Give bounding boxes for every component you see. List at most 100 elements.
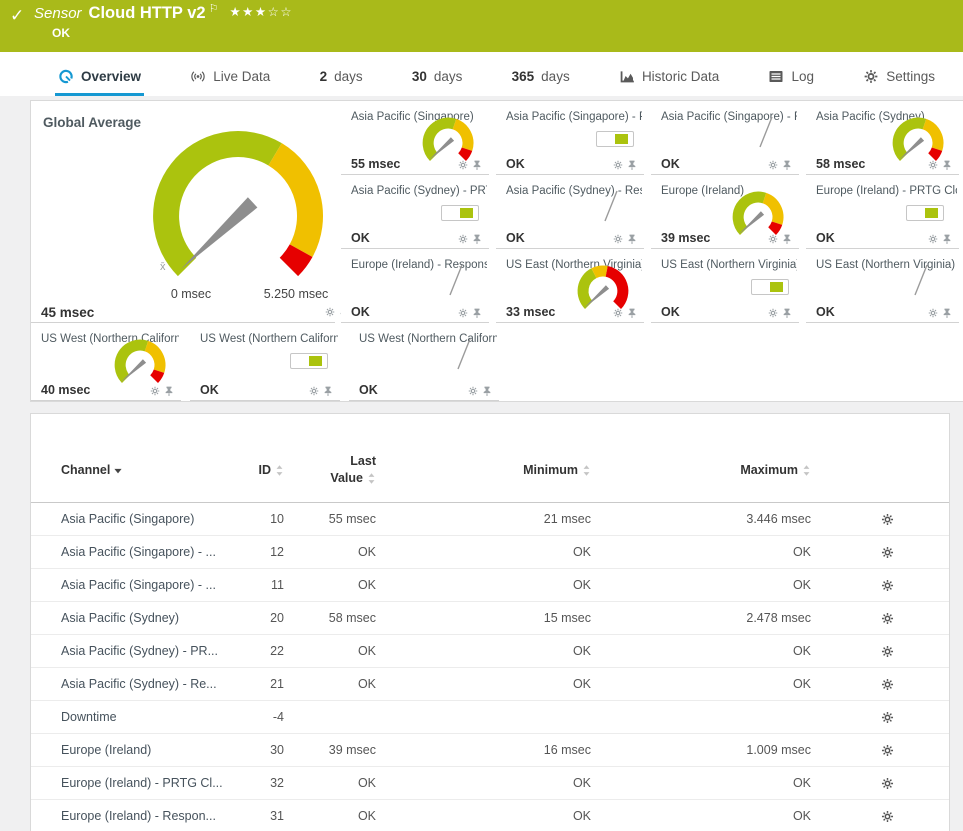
channel-gauge-value: 58 msec — [816, 157, 866, 171]
pin-icon[interactable] — [323, 386, 333, 396]
pin-icon[interactable] — [627, 234, 637, 244]
channel-settings-icon[interactable] — [881, 645, 894, 658]
table-row[interactable]: Asia Pacific (Singapore) - ... 12 OK OK OK — [31, 536, 949, 570]
gear-icon[interactable] — [613, 308, 623, 318]
table-row[interactable]: Asia Pacific (Singapore) - ... 11 OK OK OK — [31, 569, 949, 603]
channel-settings-icon[interactable] — [881, 579, 894, 592]
pin-icon[interactable] — [782, 234, 792, 244]
pin-icon[interactable] — [942, 234, 952, 244]
pin-icon[interactable] — [782, 160, 792, 170]
cell-last: OK — [357, 677, 376, 692]
tab-number: 365 — [511, 69, 535, 84]
sort-icon[interactable] — [367, 472, 376, 485]
pin-icon[interactable] — [472, 234, 482, 244]
tab-live-data[interactable]: Live Data — [187, 69, 273, 96]
gauge-cell: Asia Pacific (Singapore) - Res...OK — [651, 101, 799, 175]
table-row[interactable]: Downtime -4 — [31, 701, 949, 735]
gear-icon[interactable] — [309, 386, 319, 396]
sort-icon[interactable] — [275, 464, 284, 477]
table-row[interactable]: Asia Pacific (Sydney) - PR... 22 OK OK OK — [31, 635, 949, 669]
gear-icon[interactable] — [468, 386, 478, 396]
col-header-max[interactable]: Maximum — [740, 463, 811, 477]
table-row[interactable]: Europe (Ireland) - PRTG Cl... 32 OK OK OK — [31, 767, 949, 801]
table-body: Asia Pacific (Singapore) 10 55 msec 21 msec… — [31, 503, 949, 831]
pin-icon[interactable] — [472, 160, 482, 170]
tab-log[interactable]: Log — [765, 69, 817, 96]
pin-icon[interactable] — [942, 308, 952, 318]
col-label: Maximum — [740, 463, 798, 478]
channel-settings-icon[interactable] — [881, 678, 894, 691]
pin-icon[interactable] — [482, 386, 492, 396]
gear-icon[interactable] — [768, 160, 778, 170]
pin-icon[interactable] — [472, 308, 482, 318]
pin-icon[interactable] — [627, 160, 637, 170]
gauge-cell: US West (Northern California) 40 msec — [31, 323, 181, 401]
gear-icon[interactable] — [150, 386, 160, 396]
channel-settings-icon[interactable] — [881, 612, 894, 625]
cell-max: 2.478 msec — [746, 611, 811, 626]
channel-settings-icon[interactable] — [881, 810, 894, 823]
tab-historic-data[interactable]: Historic Data — [616, 69, 722, 96]
gear-icon[interactable] — [768, 308, 778, 318]
gauge-cell: Europe (Ireland) 39 msec — [651, 175, 799, 249]
table-row[interactable]: Asia Pacific (Sydney) - Re... 21 OK OK OK — [31, 668, 949, 702]
tab-label: Live Data — [213, 69, 271, 84]
tab-2-days[interactable]: 2 days — [317, 69, 366, 96]
cell-min: OK — [572, 809, 591, 824]
gauge-cell: Europe (Ireland) - PRTG Cloud... OK — [806, 175, 959, 249]
star-icon[interactable]: ☆ — [268, 4, 281, 19]
col-header-id[interactable]: ID — [259, 463, 285, 477]
col-header-channel[interactable]: Channel — [61, 463, 256, 477]
channel-gauge — [422, 117, 474, 162]
sort-icon[interactable] — [802, 464, 811, 477]
channel-gauge-value: OK — [351, 305, 370, 319]
gauge-min-label: 0 msec — [170, 287, 212, 301]
pin-icon[interactable] — [627, 308, 637, 318]
star-icon[interactable]: ☆ — [280, 4, 293, 19]
area-chart-icon — [619, 69, 635, 84]
channel-settings-icon[interactable] — [881, 777, 894, 790]
gear-icon[interactable] — [613, 234, 623, 244]
star-icon[interactable]: ★ — [229, 4, 242, 19]
tab-30-days[interactable]: 30 days — [409, 69, 466, 96]
channel-settings-icon[interactable] — [881, 513, 894, 526]
channel-settings-icon[interactable] — [881, 546, 894, 559]
tab-overview[interactable]: Overview — [55, 69, 145, 96]
star-icon[interactable]: ★ — [242, 4, 255, 19]
cell-id: 10 — [270, 512, 284, 527]
cell-actions — [613, 234, 637, 244]
channel-settings-icon[interactable] — [881, 711, 894, 724]
table-row[interactable]: Asia Pacific (Sydney) 20 58 msec 15 msec 2.4… — [31, 602, 949, 636]
star-icon[interactable]: ★ — [255, 4, 268, 19]
gear-icon[interactable] — [928, 308, 938, 318]
gear-icon[interactable] — [325, 307, 335, 317]
gear-icon[interactable] — [928, 160, 938, 170]
sort-icon[interactable] — [582, 464, 591, 477]
gear-icon[interactable] — [928, 234, 938, 244]
cell-last: OK — [357, 776, 376, 791]
sort-desc-icon[interactable] — [114, 468, 122, 474]
col-label: ID — [258, 463, 272, 478]
gear-icon[interactable] — [613, 160, 623, 170]
pin-icon[interactable] — [782, 308, 792, 318]
pin-icon[interactable] — [942, 160, 952, 170]
gear-icon[interactable] — [768, 234, 778, 244]
tab-365-days[interactable]: 365 days — [509, 69, 573, 96]
table-row[interactable]: Europe (Ireland) 30 39 msec 16 msec 1.009 ms… — [31, 734, 949, 768]
table-row[interactable]: Asia Pacific (Singapore) 10 55 msec 21 msec… — [31, 503, 949, 537]
col-header-min[interactable]: Minimum — [523, 463, 591, 477]
col-header-last[interactable]: Last Value — [330, 454, 376, 486]
cell-actions — [613, 308, 637, 318]
table-row[interactable]: Europe (Ireland) - Respon... 31 OK OK OK — [31, 800, 949, 831]
gear-icon[interactable] — [458, 160, 468, 170]
cell-actions — [468, 386, 492, 396]
channel-settings-icon[interactable] — [881, 744, 894, 757]
gear-icon[interactable] — [458, 308, 468, 318]
global-average-gauge — [153, 131, 323, 277]
gauge-title: Global Average — [43, 115, 142, 130]
gear-icon[interactable] — [458, 234, 468, 244]
flag-icon[interactable]: ⚐ — [209, 2, 219, 15]
pin-icon[interactable] — [164, 386, 174, 396]
cell-channel: Europe (Ireland) - Respon... — [61, 809, 216, 824]
tab-settings[interactable]: Settings — [860, 69, 938, 96]
